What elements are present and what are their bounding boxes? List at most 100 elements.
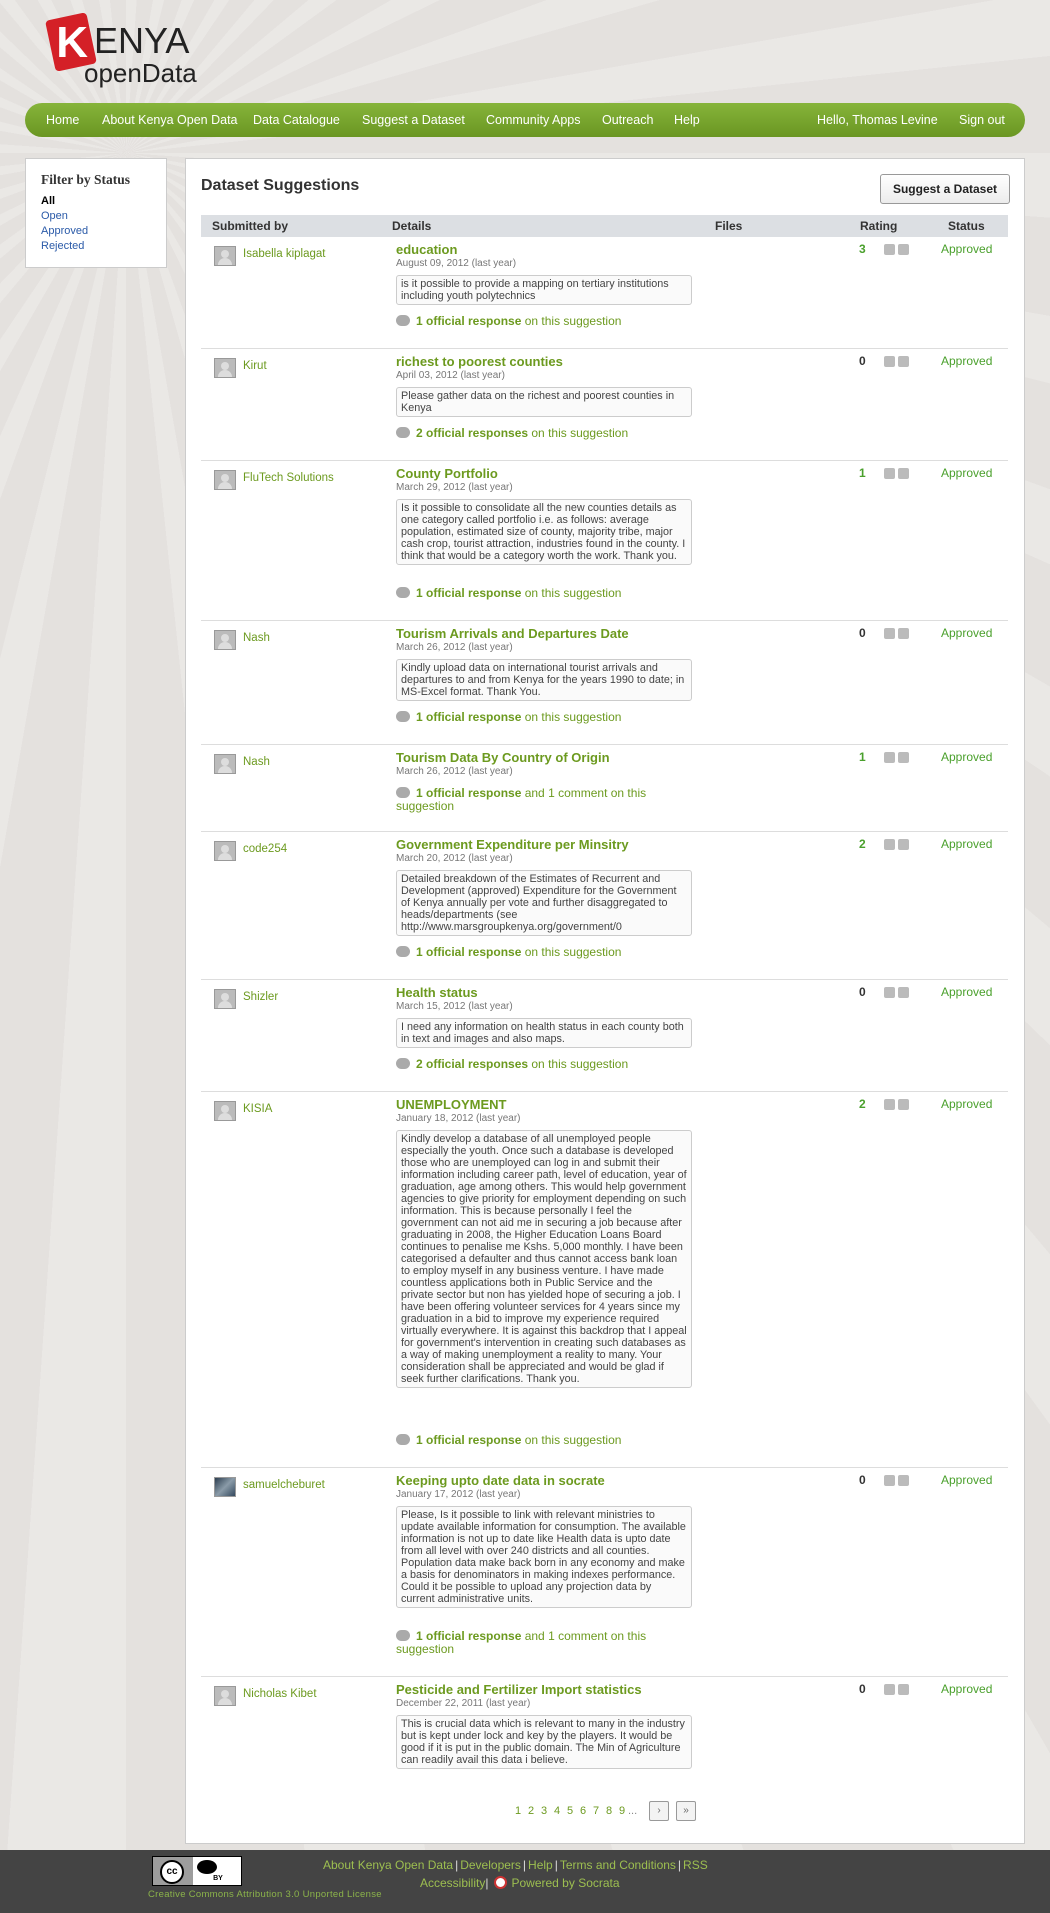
kenya-open-data-logo[interactable]: K ENYA openData — [45, 12, 216, 88]
thumbs-down-icon[interactable] — [898, 752, 909, 763]
thumbs-down-icon[interactable] — [898, 468, 909, 479]
suggestion-title-link[interactable]: County Portfolio — [396, 466, 498, 481]
footer-rss-link[interactable]: RSS — [683, 1858, 708, 1872]
suggestion-title-link[interactable]: Keeping upto date data in socrate — [396, 1473, 605, 1488]
filter-rejected[interactable]: Rejected — [41, 240, 84, 252]
submitter-link[interactable]: samuelcheburet — [243, 1479, 325, 1491]
page-link[interactable]: 2 — [528, 1805, 534, 1817]
vote-buttons — [884, 839, 912, 853]
nav-home[interactable]: Home — [46, 103, 79, 137]
nav-suggest-dataset[interactable]: Suggest a Dataset — [362, 103, 465, 137]
official-response-link[interactable]: 1 official response on this suggestion — [396, 587, 686, 600]
thumbs-down-icon[interactable] — [898, 987, 909, 998]
col-rating[interactable]: Rating — [860, 215, 897, 237]
nav-outreach[interactable]: Outreach — [602, 103, 653, 137]
col-files[interactable]: Files — [715, 215, 742, 237]
page-link[interactable]: 8 — [606, 1805, 612, 1817]
thumbs-down-icon[interactable] — [898, 1475, 909, 1486]
submitter-link[interactable]: Isabella kiplagat — [243, 248, 325, 260]
powered-by-socrata-link[interactable]: Powered by Socrata — [511, 1876, 619, 1890]
page-link[interactable]: 7 — [593, 1805, 599, 1817]
official-response-link[interactable]: 2 official responses on this suggestion — [396, 427, 686, 440]
nav-help[interactable]: Help — [674, 103, 700, 137]
official-response-link[interactable]: 1 official response and 1 comment on thi… — [396, 787, 686, 813]
thumbs-up-icon[interactable] — [884, 1475, 895, 1486]
official-response-link[interactable]: 1 official response on this suggestion — [396, 711, 686, 724]
suggestion-title-link[interactable]: UNEMPLOYMENT — [396, 1097, 507, 1112]
next-page-button[interactable]: › — [649, 1801, 669, 1821]
nav-sign-out[interactable]: Sign out — [959, 103, 1005, 137]
thumbs-down-icon[interactable] — [898, 356, 909, 367]
nav-user-greeting[interactable]: Hello, Thomas Levine — [817, 103, 938, 137]
suggestion-title-link[interactable]: Health status — [396, 985, 478, 1000]
page-link[interactable]: 4 — [554, 1805, 560, 1817]
submitter-link[interactable]: Shizler — [243, 991, 278, 1003]
official-response-link[interactable]: 1 official response on this suggestion — [396, 1434, 686, 1447]
thumbs-up-icon[interactable] — [884, 1684, 895, 1695]
page-link[interactable]: 5 — [567, 1805, 573, 1817]
submitter-link[interactable]: Nash — [243, 756, 270, 768]
footer-help-link[interactable]: Help — [528, 1858, 553, 1872]
footer-accessibility-link[interactable]: Accessibility — [420, 1876, 485, 1890]
license-text[interactable]: Creative Commons Attribution 3.0 Unporte… — [148, 1889, 382, 1900]
cc-icon: cc — [153, 1857, 193, 1885]
suggest-dataset-button[interactable]: Suggest a Dataset — [880, 174, 1010, 204]
submitter-link[interactable]: Nicholas Kibet — [243, 1688, 317, 1700]
last-page-button[interactable]: » — [676, 1801, 696, 1821]
col-submitted-by[interactable]: Submitted by — [212, 215, 288, 237]
thumbs-down-icon[interactable] — [898, 1099, 909, 1110]
page-link[interactable]: 1 — [515, 1805, 521, 1817]
vote-buttons — [884, 752, 912, 766]
footer-developers-link[interactable]: Developers — [460, 1858, 521, 1872]
page-link[interactable]: 9 — [619, 1805, 625, 1817]
filter-open[interactable]: Open — [41, 210, 68, 222]
thumbs-down-icon[interactable] — [898, 1684, 909, 1695]
thumbs-up-icon[interactable] — [884, 356, 895, 367]
col-status[interactable]: Status — [948, 215, 985, 237]
nav-data-catalogue[interactable]: Data Catalogue — [253, 103, 340, 137]
user-avatar — [214, 1477, 236, 1497]
page-link[interactable]: 6 — [580, 1805, 586, 1817]
suggestion-row: code254 Government Expenditure per Minsi… — [201, 832, 1008, 980]
suggestion-title-link[interactable]: Tourism Arrivals and Departures Date — [396, 626, 629, 641]
thumbs-up-icon[interactable] — [884, 752, 895, 763]
vote-buttons — [884, 987, 912, 1001]
thumbs-up-icon[interactable] — [884, 1099, 895, 1110]
suggestion-title-link[interactable]: Pesticide and Fertilizer Import statisti… — [396, 1682, 642, 1697]
footer-about-link[interactable]: About Kenya Open Data — [323, 1858, 453, 1872]
suggestion-title-link[interactable]: education — [396, 242, 457, 257]
suggestion-title-link[interactable]: Tourism Data By Country of Origin — [396, 750, 610, 765]
submitter-link[interactable]: Nash — [243, 632, 270, 644]
official-response-link[interactable]: 1 official response and 1 comment on thi… — [396, 1630, 686, 1656]
nav-about[interactable]: About Kenya Open Data — [102, 103, 238, 137]
user-avatar — [214, 989, 236, 1009]
suggestion-title-link[interactable]: Government Expenditure per Minsitry — [396, 837, 629, 852]
submitter-link[interactable]: KISIA — [243, 1103, 272, 1115]
submitter-link[interactable]: code254 — [243, 843, 287, 855]
suggestion-row: KISIA UNEMPLOYMENT January 18, 2012 (las… — [201, 1092, 1008, 1468]
filter-all[interactable]: All — [41, 195, 55, 207]
filter-approved[interactable]: Approved — [41, 225, 88, 237]
nav-community-apps[interactable]: Community Apps — [486, 103, 580, 137]
thumbs-up-icon[interactable] — [884, 628, 895, 639]
thumbs-down-icon[interactable] — [898, 628, 909, 639]
suggestion-title-link[interactable]: richest to poorest counties — [396, 354, 563, 369]
thumbs-up-icon[interactable] — [884, 839, 895, 850]
thumbs-up-icon[interactable] — [884, 468, 895, 479]
thumbs-down-icon[interactable] — [898, 839, 909, 850]
thumbs-up-icon[interactable] — [884, 244, 895, 255]
official-response-link[interactable]: 1 official response on this suggestion — [396, 946, 686, 959]
official-response-link[interactable]: 1 official response on this suggestion — [396, 315, 686, 328]
official-response-link[interactable]: 2 official responses on this suggestion — [396, 1058, 686, 1071]
thumbs-down-icon[interactable] — [898, 244, 909, 255]
rating-value: 0 — [859, 985, 866, 999]
submitter-link[interactable]: Kirut — [243, 360, 267, 372]
page-title: Dataset Suggestions — [201, 177, 360, 194]
status-label: Approved — [941, 837, 993, 851]
page-link[interactable]: 3 — [541, 1805, 547, 1817]
col-details[interactable]: Details — [392, 215, 431, 237]
creative-commons-badge[interactable]: cc BY — [152, 1856, 242, 1886]
submitter-link[interactable]: FluTech Solutions — [243, 472, 334, 484]
footer-terms-link[interactable]: Terms and Conditions — [560, 1858, 676, 1872]
thumbs-up-icon[interactable] — [884, 987, 895, 998]
